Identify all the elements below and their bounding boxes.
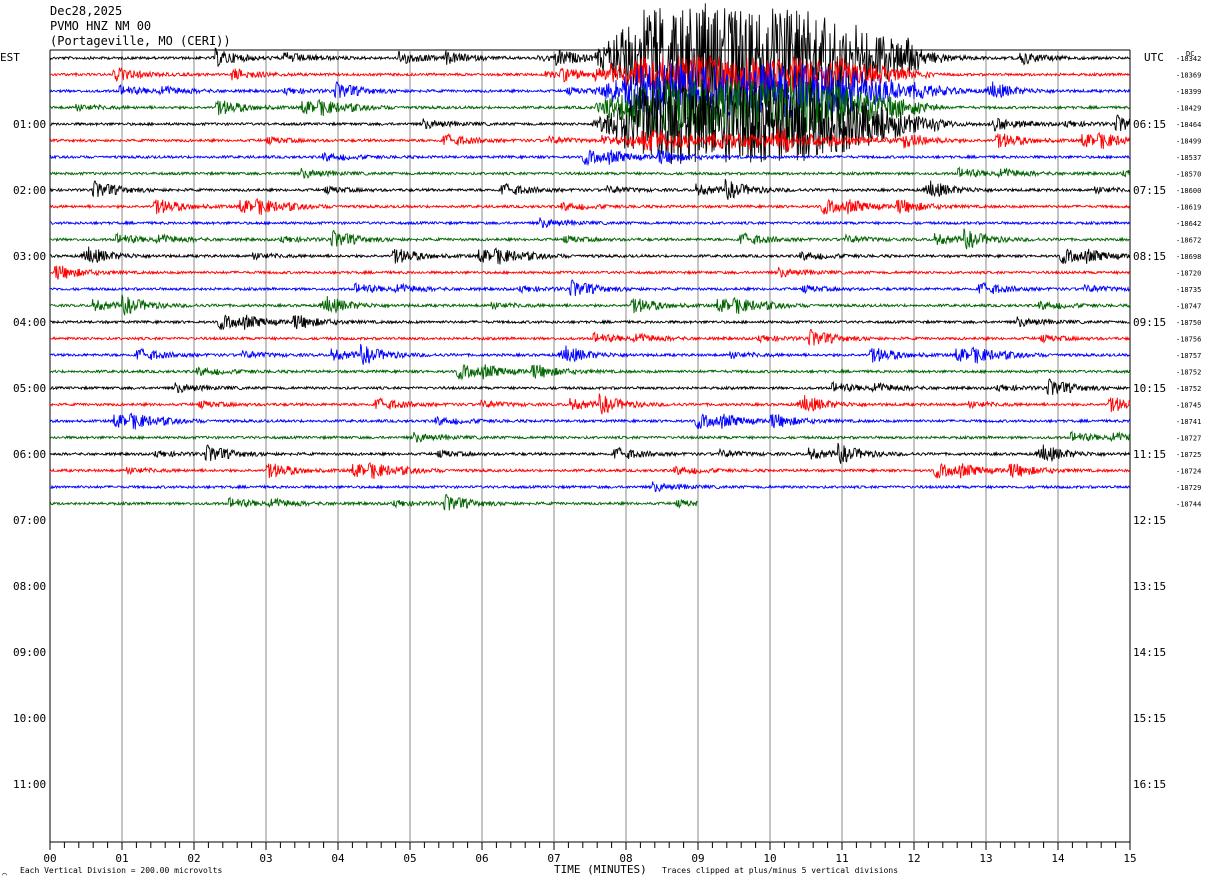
seismic-trace-line [49, 265, 1131, 280]
clip-note: Traces clipped at plus/minus 5 vertical … [662, 866, 898, 875]
est-axis-label: EST [0, 51, 20, 64]
seismic-trace-line [49, 217, 1131, 229]
seismic-trace-line [49, 343, 1131, 365]
est-hour-label: 01:00 [13, 118, 46, 131]
est-hour-label: 11:00 [13, 778, 46, 791]
dc-offset-label: -18725 [1176, 451, 1201, 459]
seismic-trace-line [49, 412, 1131, 430]
dc-offset-label: -18619 [1176, 204, 1201, 212]
seismic-trace-line [49, 461, 1131, 480]
x-tick-label: 02 [187, 852, 200, 865]
dc-offset-label: -18750 [1176, 319, 1201, 327]
vertical-division-note: Each Vertical Division = 200.00 microvol… [20, 866, 222, 875]
x-tick-label: 13 [979, 852, 992, 865]
utc-hour-label: 14:15 [1133, 646, 1166, 659]
seismic-trace-line [49, 493, 699, 511]
x-tick-label: 11 [835, 852, 848, 865]
x-tick-label: 12 [907, 852, 920, 865]
utc-hour-label: 06:15 [1133, 118, 1166, 131]
dc-offset-label: -18744 [1176, 501, 1201, 509]
utc-hour-label: 16:15 [1133, 778, 1166, 791]
utc-hour-label: 09:15 [1133, 316, 1166, 329]
dc-offset-label: -18369 [1176, 72, 1201, 80]
dc-offset-label: -18698 [1176, 253, 1201, 261]
x-tick-label: 05 [403, 852, 416, 865]
x-tick-label: 10 [763, 852, 776, 865]
dc-offset-label: -18724 [1176, 468, 1201, 476]
utc-hour-label: 11:15 [1133, 448, 1166, 461]
utc-hour-label: 10:15 [1133, 382, 1166, 395]
dc-offset-label: -18735 [1176, 286, 1201, 294]
seismic-trace-line [49, 197, 1131, 216]
dc-offset-label: -18741 [1176, 418, 1201, 426]
seismic-trace-line [49, 246, 1131, 265]
dc-offset-label: -18600 [1176, 187, 1201, 195]
dc-offset-label: -18642 [1176, 220, 1201, 228]
est-hour-label: 10:00 [13, 712, 46, 725]
utc-hour-label: 15:15 [1133, 712, 1166, 725]
dc-offset-label: -18752 [1176, 385, 1201, 393]
est-hour-label: 08:00 [13, 580, 46, 593]
seismic-trace-line [49, 364, 1131, 381]
x-tick-label: 03 [259, 852, 272, 865]
seismic-trace-line [49, 228, 1131, 250]
dc-offset-label: -18499 [1176, 138, 1201, 146]
utc-hour-label: 08:15 [1133, 250, 1166, 263]
est-hour-label: 03:00 [13, 250, 46, 263]
seismic-trace-line [49, 442, 1131, 464]
helicorder-chart: 00 01 02 03 04 05 06 07 08 09 10 11 12 13 14 15EST UTC DC… [0, 3, 1201, 879]
dc-offset-label: -18429 [1176, 105, 1201, 113]
seismic-trace-line [49, 62, 1131, 119]
dc-offset-label: -18729 [1176, 484, 1201, 492]
dc-offset-label: -18747 [1176, 303, 1201, 311]
est-hour-label: 06:00 [13, 448, 46, 461]
x-tick-label: 09 [691, 852, 704, 865]
corner-mark: ⌒ [2, 870, 7, 879]
seismic-trace-line [49, 294, 1131, 316]
dc-offset-label: -18756 [1176, 336, 1201, 344]
seismic-trace-line [49, 75, 1130, 144]
seismic-trace-line [49, 328, 1131, 346]
x-tick-label: 14 [1051, 852, 1065, 865]
dc-offset-label: -18720 [1176, 270, 1201, 278]
dc-offset-label: -18464 [1176, 121, 1201, 129]
est-hour-label: 05:00 [13, 382, 46, 395]
dc-offset-label: -18672 [1176, 237, 1201, 245]
dc-offset-label: -18757 [1176, 352, 1201, 360]
seismic-trace-line [50, 314, 1131, 331]
est-hour-label: 09:00 [13, 646, 46, 659]
dc-offset-label: -18752 [1176, 369, 1201, 377]
seismic-trace-line [49, 378, 1131, 396]
est-hour-label: 07:00 [13, 514, 46, 527]
seismic-trace-line [49, 279, 1131, 297]
utc-hour-label: 13:15 [1133, 580, 1166, 593]
seismic-trace-line [49, 3, 1131, 115]
dc-offset-label: -18399 [1176, 88, 1201, 96]
x-tick-label: 06 [475, 852, 488, 865]
seismic-trace-line [50, 125, 1131, 153]
seismic-trace-line [49, 178, 1131, 200]
seismic-trace-line [49, 149, 1131, 167]
x-tick-label: 04 [331, 852, 345, 865]
seismic-trace-line [49, 393, 1131, 415]
seismic-trace-line [49, 166, 1131, 179]
dc-offset-label: -18342 [1176, 55, 1201, 63]
est-hour-label: 02:00 [13, 184, 46, 197]
seismic-trace-line [49, 55, 1131, 93]
dc-offset-label: -18537 [1176, 154, 1201, 162]
x-tick-label: 00 [43, 852, 56, 865]
seismic-trace-line [49, 481, 1131, 493]
utc-axis-label: UTC [1144, 51, 1164, 64]
utc-hour-label: 07:15 [1133, 184, 1166, 197]
x-axis-label: TIME (MINUTES) [554, 863, 647, 876]
dc-offset-label: -18570 [1176, 171, 1201, 179]
utc-hour-label: 12:15 [1133, 514, 1166, 527]
x-tick-label: 01 [115, 852, 128, 865]
dc-offset-label: -18727 [1176, 435, 1201, 443]
seismic-trace-line [49, 83, 1131, 165]
dc-offset-label: -18745 [1176, 402, 1201, 410]
x-tick-label: 15 [1123, 852, 1136, 865]
seismic-trace-line [49, 430, 1131, 443]
est-hour-label: 04:00 [13, 316, 46, 329]
